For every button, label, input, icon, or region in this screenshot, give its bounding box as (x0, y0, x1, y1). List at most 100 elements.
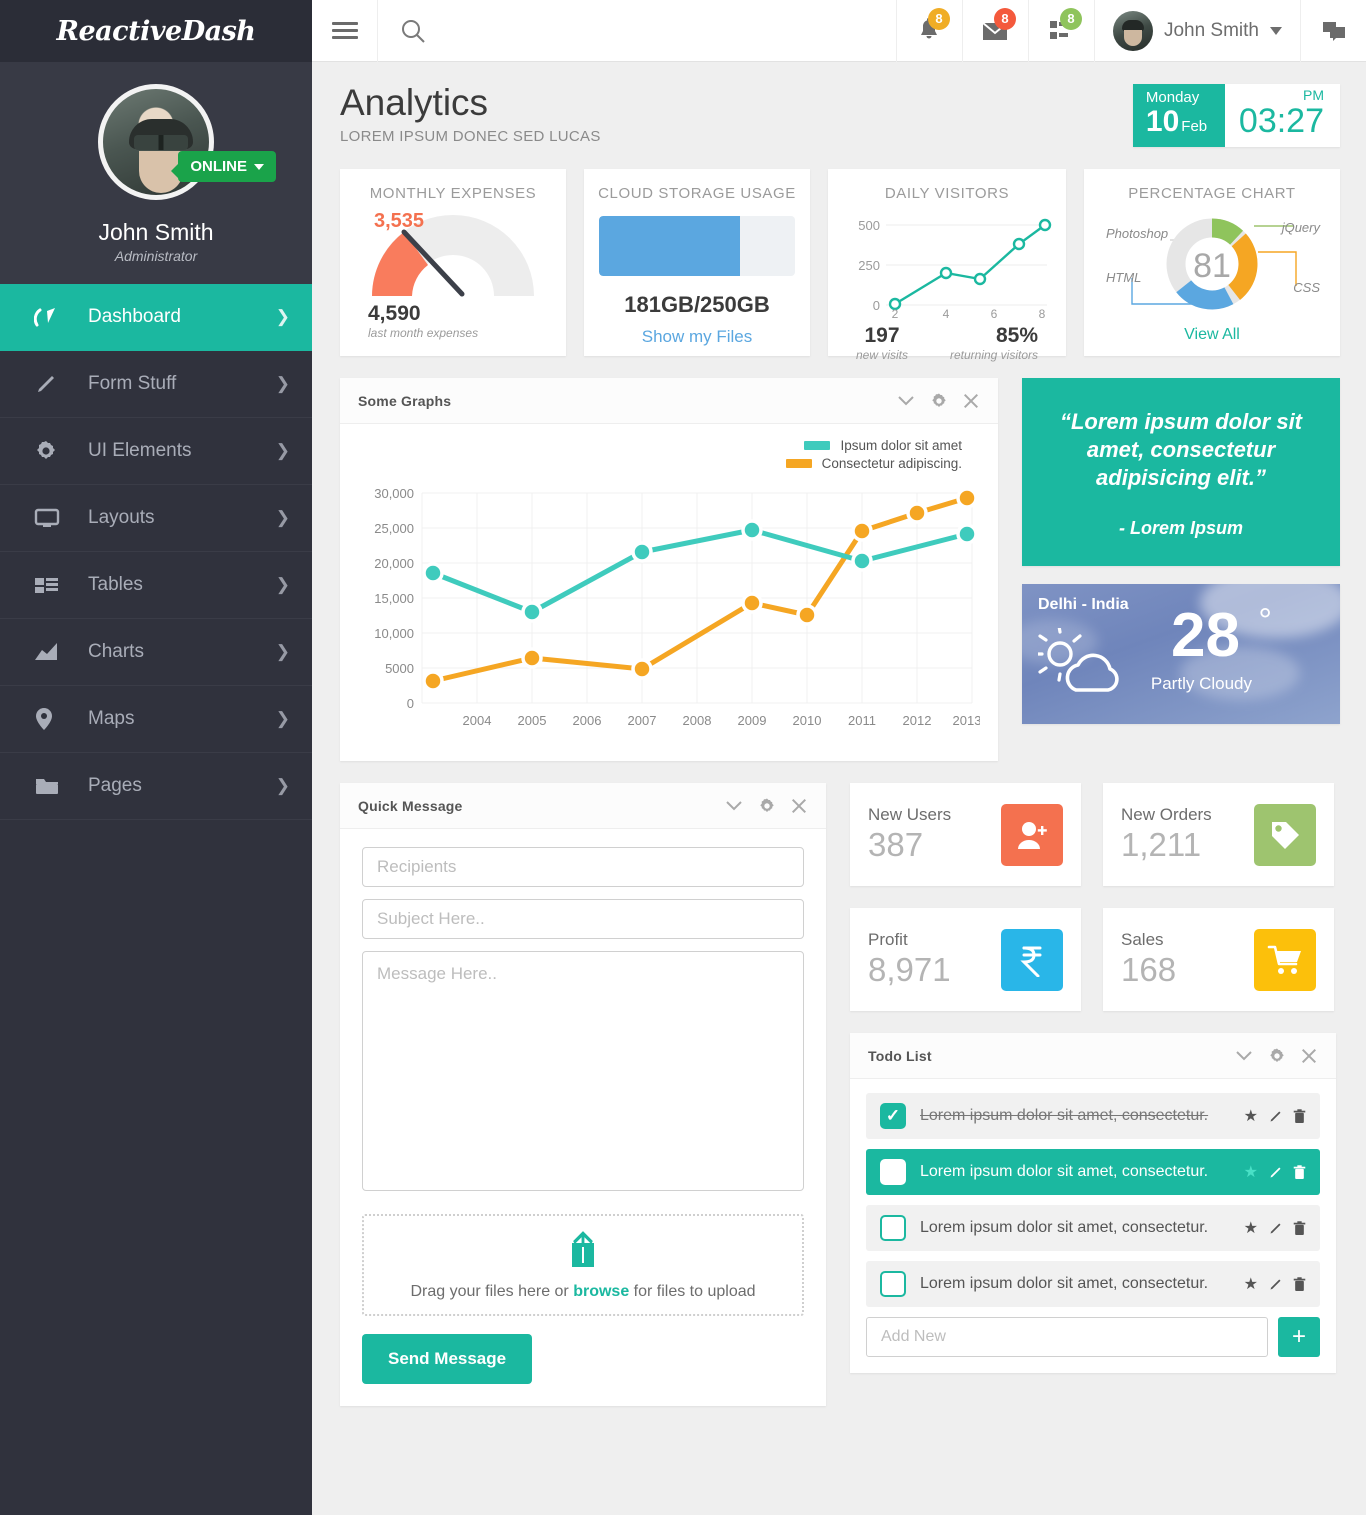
file-dropzone[interactable]: Drag your files here or browse for files… (362, 1214, 804, 1316)
star-icon[interactable]: ★ (1244, 1162, 1258, 1182)
card-title: PERCENTAGE CHART (1128, 185, 1296, 202)
sidebar-item-label: Layouts (88, 507, 155, 528)
kpi-new-users[interactable]: New Users 387 (850, 783, 1081, 886)
status-badge[interactable]: ONLINE (171, 151, 276, 182)
add-todo-button[interactable]: + (1278, 1317, 1320, 1357)
page-header: Analytics LOREM IPSUM DONEC SED LUCAS Mo… (340, 83, 1340, 147)
sidebar-item-layouts[interactable]: Layouts ❯ (0, 485, 312, 552)
gear-icon[interactable] (930, 392, 948, 410)
delete-icon[interactable] (1293, 1276, 1306, 1292)
todo-checkbox[interactable] (880, 1159, 906, 1185)
chevron-right-icon: ❯ (275, 709, 290, 728)
todo-text: Lorem ipsum dolor sit amet, consectetur. (920, 1107, 1209, 1124)
edit-icon[interactable] (1268, 1165, 1283, 1180)
row-graphs: Some Graphs Ipsum dolor sit amet Consect… (340, 378, 1340, 761)
user-menu[interactable]: John Smith (1093, 0, 1300, 62)
kpi-new-orders[interactable]: New Orders 1,211 (1103, 783, 1334, 886)
svg-text:2013: 2013 (953, 713, 980, 728)
chart-icon (34, 642, 68, 662)
sidebar-item-tables[interactable]: Tables ❯ (0, 552, 312, 619)
panel-controls (896, 392, 980, 410)
todo-item[interactable]: Lorem ipsum dolor sit amet, consectetur.… (866, 1205, 1320, 1251)
sidebar-nav: Dashboard ❯ Form Stuff ❯ UI Elements ❯ L… (0, 284, 312, 820)
delete-icon[interactable] (1293, 1108, 1306, 1124)
panel-some-graphs: Some Graphs Ipsum dolor sit amet Consect… (340, 378, 998, 761)
chevron-right-icon: ❯ (275, 776, 290, 795)
user-menu-label: John Smith (1163, 19, 1259, 41)
recipients-input[interactable] (362, 847, 804, 887)
sidebar-item-form-stuff[interactable]: Form Stuff ❯ (0, 351, 312, 418)
kpi-label: New Users (868, 804, 952, 824)
kpi-value: 387 (868, 825, 924, 863)
cart-icon (1254, 928, 1316, 991)
search-input[interactable] (378, 0, 896, 62)
legend-swatch (804, 441, 831, 450)
send-message-button[interactable]: Send Message (362, 1334, 533, 1384)
sidebar-item-dashboard[interactable]: Dashboard ❯ (0, 284, 312, 351)
star-icon[interactable]: ★ (1244, 1106, 1258, 1126)
new-visits-value: 197 (864, 324, 900, 347)
tasks-badge: 8 (1059, 7, 1082, 30)
avatar-wrap: ONLINE (98, 84, 276, 200)
edit-icon[interactable] (1268, 1109, 1283, 1124)
show-my-files-link[interactable]: Show my Files (598, 327, 796, 347)
donut-label-jquery: jQuery (1281, 220, 1320, 235)
visitors-footer: 197 new visits 85% returning visitors (842, 324, 1052, 362)
chevron-down-icon[interactable] (896, 394, 916, 408)
edit-icon[interactable] (1268, 1221, 1283, 1236)
chevron-down-icon[interactable] (1234, 1049, 1254, 1063)
todo-item[interactable]: Lorem ipsum dolor sit amet, consectetur.… (866, 1261, 1320, 1307)
todo-item[interactable]: ✓ Lorem ipsum dolor sit amet, consectetu… (866, 1093, 1320, 1139)
messages-button[interactable]: 8 (961, 0, 1028, 62)
svg-text:500: 500 (858, 218, 880, 233)
sidebar-item-ui-elements[interactable]: UI Elements ❯ (0, 418, 312, 485)
sidebar-item-pages[interactable]: Pages ❯ (0, 753, 312, 820)
clock-date: Monday 10 Feb (1132, 84, 1225, 147)
svg-text:30,000: 30,000 (374, 486, 414, 501)
returning-label: returning visitors (949, 348, 1038, 362)
chat-button[interactable] (1300, 0, 1366, 62)
sidebar-profile: ONLINE John Smith Administrator (0, 62, 312, 284)
sidebar-item-maps[interactable]: Maps ❯ (0, 686, 312, 753)
todo-checkbox[interactable]: ✓ (880, 1103, 906, 1129)
topbar-icons: 8 8 8 John Smith (895, 0, 1366, 62)
weather-card: Delhi - India 28 ° Partly Cloudy (1022, 584, 1340, 724)
chevron-down-icon[interactable] (724, 799, 744, 813)
message-textarea[interactable] (362, 951, 804, 1191)
panel-todo-list: Todo List ✓ Lorem ipsum dolor sit amet, … (850, 1033, 1336, 1373)
subject-input[interactable] (362, 899, 804, 939)
browse-link[interactable]: browse (573, 1283, 629, 1300)
weather-degree-symbol: ° (1258, 602, 1272, 640)
tasks-button[interactable]: 8 (1027, 0, 1094, 62)
sidebar-item-charts[interactable]: Charts ❯ (0, 619, 312, 686)
close-icon[interactable] (1300, 1047, 1318, 1065)
hamburger-icon[interactable] (312, 0, 378, 62)
quote-author: - Lorem Ipsum (1118, 518, 1243, 539)
brand-logo[interactable]: ReactiveDash (0, 0, 312, 62)
delete-icon[interactable] (1293, 1220, 1306, 1236)
gear-icon[interactable] (758, 797, 776, 815)
visitors-line-chart: 500 250 0 2 4 6 8 (858, 218, 1052, 318)
kpi-profit[interactable]: Profit 8,971 (850, 908, 1081, 1011)
chevron-down-icon (254, 163, 264, 170)
view-all-link[interactable]: View All (1098, 326, 1326, 344)
sidebar-item-label: Pages (88, 775, 142, 796)
gear-icon[interactable] (1268, 1047, 1286, 1065)
card-percentage-chart: PERCENTAGE CHART 81 Photoshop jQuery CSS… (1084, 169, 1340, 356)
delete-icon[interactable] (1293, 1164, 1306, 1180)
clock-time: PM 03:27 (1225, 84, 1340, 147)
todo-actions: ★ (1244, 1162, 1306, 1182)
kpi-sales[interactable]: Sales 168 (1103, 908, 1334, 1011)
add-todo-input[interactable] (866, 1317, 1268, 1357)
close-icon[interactable] (962, 392, 980, 410)
todo-checkbox[interactable] (880, 1215, 906, 1241)
edit-icon[interactable] (1268, 1277, 1283, 1292)
star-icon[interactable]: ★ (1244, 1218, 1258, 1238)
kpi-label: Sales (1121, 929, 1164, 949)
close-icon[interactable] (790, 797, 808, 815)
todo-item[interactable]: Lorem ipsum dolor sit amet, consectetur.… (866, 1149, 1320, 1195)
star-icon[interactable]: ★ (1244, 1274, 1258, 1294)
notifications-button[interactable]: 8 (895, 0, 962, 62)
todo-checkbox[interactable] (880, 1271, 906, 1297)
svg-text:2004: 2004 (463, 713, 492, 728)
